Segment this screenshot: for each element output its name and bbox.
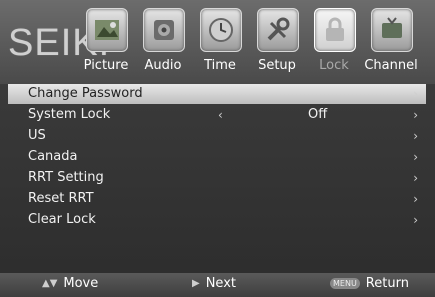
menu-item-system-lock[interactable]: System Lock ‹ Off › [8,105,426,125]
menu-item-label: Reset RRT [28,191,94,206]
menu-item-reset-rrt[interactable]: Reset RRT › [8,189,426,209]
channel-icon [371,8,413,52]
lock-icon [314,8,356,52]
tab-channel[interactable]: Channel [364,6,418,82]
chevron-right-icon: › [413,192,418,206]
menu-item-label: Clear Lock [28,212,96,227]
up-down-arrows-icon: ▲▼ [42,278,58,289]
hint-move-label: Move [63,276,99,291]
chevron-left-icon[interactable]: ‹ [218,105,223,125]
chevron-right-icon: › [413,213,418,227]
tab-picture[interactable]: Picture [80,6,132,82]
right-arrow-icon: ▶ [192,278,200,289]
key-hints-footer: ▲▼ Move ▶ Next MENU Return [0,273,435,297]
tab-label: Time [204,58,236,73]
menu-item-rrt-setting[interactable]: RRT Setting › [8,168,426,188]
tab-audio[interactable]: Audio [137,6,189,82]
menu-item-label: RRT Setting [28,170,104,185]
hint-return: MENU Return [330,276,409,291]
tab-label: Lock [319,58,349,73]
system-lock-value: Off [308,107,328,122]
menu-item-label: Change Password [28,86,143,101]
menu-key-icon: MENU [330,278,360,289]
menu-item-label: US [28,128,46,143]
menu-item-label: System Lock [28,107,111,122]
chevron-right-icon: › [413,87,418,101]
chevron-right-icon: › [413,171,418,185]
tab-lock[interactable]: Lock [308,6,360,82]
audio-icon [143,8,185,52]
tv-osd-screen: SEIKI Picture Audio Time Setup Lock Chan… [0,0,435,297]
tab-label: Audio [144,58,182,73]
hint-next: ▶ Next [192,276,236,291]
setup-icon [257,8,299,52]
chevron-right-icon[interactable]: › [413,105,418,125]
tab-label: Setup [258,58,296,73]
chevron-right-icon: › [413,150,418,164]
time-icon [200,8,242,52]
chevron-right-icon: › [413,129,418,143]
menu-item-change-password[interactable]: Change Password › [8,84,426,104]
menu-header: SEIKI Picture Audio Time Setup Lock Chan… [0,0,435,84]
lock-menu-list: Change Password › System Lock ‹ Off › US… [8,84,426,264]
hint-move: ▲▼ Move [42,276,98,291]
tab-label: Channel [364,58,418,73]
tab-setup[interactable]: Setup [251,6,303,82]
picture-icon [86,8,128,52]
tab-time[interactable]: Time [194,6,246,82]
menu-item-us[interactable]: US › [8,126,426,146]
menu-item-canada[interactable]: Canada › [8,147,426,167]
hint-return-label: Return [365,276,409,291]
menu-item-label: Canada [28,149,78,164]
tab-label: Picture [83,58,129,73]
hint-next-label: Next [205,276,236,291]
menu-item-clear-lock[interactable]: Clear Lock › [8,210,426,230]
